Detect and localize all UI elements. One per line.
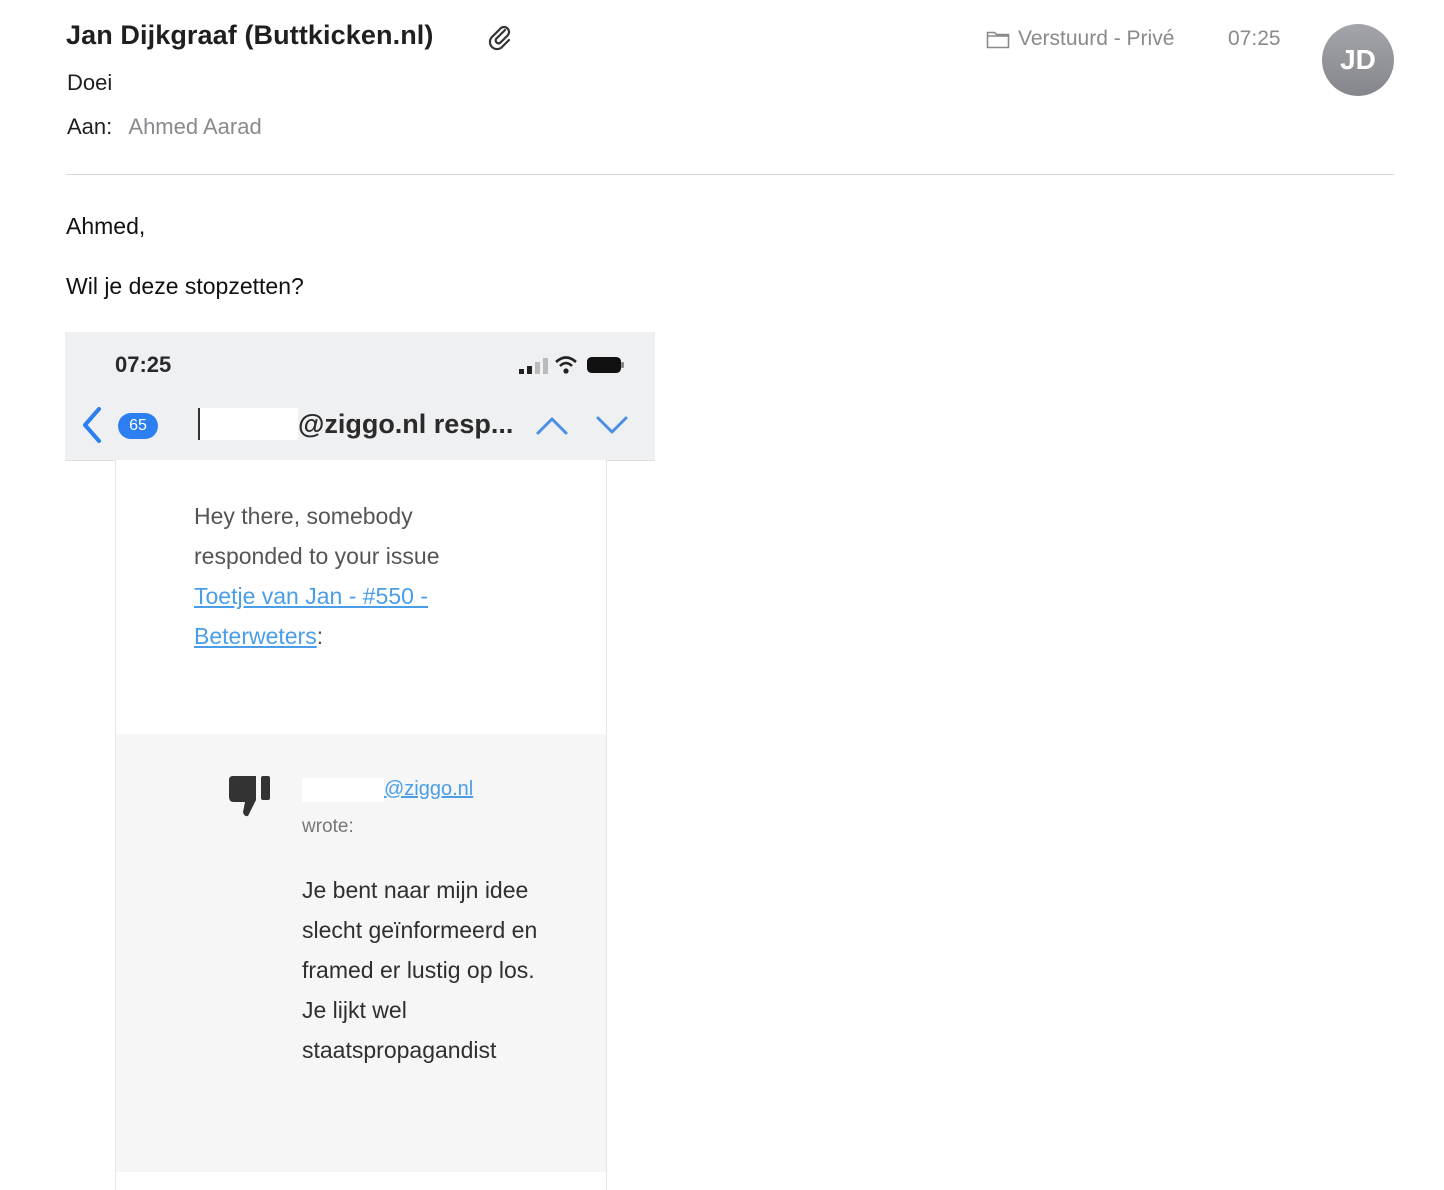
body-greeting: Ahmed, <box>66 213 146 239</box>
paperclip-icon[interactable] <box>486 22 514 52</box>
embedded-screenshot[interactable]: 07:25 65 @ziggo.nl resp... Hey there, so… <box>65 332 655 1190</box>
header-divider <box>66 174 1394 175</box>
body-text: Wil je deze stopzetten? <box>66 273 304 299</box>
phone-nav-subject: @ziggo.nl resp... <box>298 409 514 439</box>
status-bar-time: 07:25 <box>115 352 172 377</box>
battery-icon <box>587 357 624 373</box>
mail-message-view: Jan Dijkgraaf (Buttkicken.nl) Doei Aan: … <box>0 0 1444 1190</box>
chevron-up-icon[interactable] <box>535 414 569 436</box>
notification-text: Hey there, somebody responded to your is… <box>194 496 494 656</box>
quoted-comment: @ziggo.nl wrote: Je bent naar mijn idee … <box>116 734 606 1172</box>
back-chevron-icon[interactable] <box>79 406 105 444</box>
to-label: Aan: <box>67 114 113 139</box>
redacted-address <box>198 408 298 440</box>
phone-navbar: 07:25 65 @ziggo.nl resp... <box>65 332 655 461</box>
wrote-label: wrote: <box>302 816 354 837</box>
unread-count-badge: 65 <box>118 413 158 439</box>
notice-intro: Hey there, somebody responded to your is… <box>194 503 440 569</box>
notice-suffix: : <box>316 623 324 649</box>
wifi-icon <box>555 356 577 374</box>
issue-link[interactable]: Toetje van Jan - #550 - Beterweters <box>194 583 428 649</box>
thumbs-down-icon <box>229 776 270 817</box>
comment-text: Je bent naar mijn idee slecht geïnformee… <box>302 877 538 1063</box>
folder-name: Verstuurd - Privé <box>1018 27 1175 50</box>
recipient-row: Aan: Ahmed Aarad <box>67 114 262 140</box>
subject-line: Doei <box>67 70 113 95</box>
folder-icon <box>986 31 1010 49</box>
recipient-name[interactable]: Ahmed Aarad <box>128 114 261 139</box>
received-time: 07:25 <box>1228 27 1281 50</box>
redacted-author <box>302 778 384 802</box>
chevron-down-icon[interactable] <box>595 414 629 436</box>
phone-mail-card: Hey there, somebody responded to your is… <box>115 460 607 1190</box>
avatar[interactable]: JD <box>1322 24 1394 96</box>
mailbox-folder[interactable]: Verstuurd - Privé <box>986 27 1174 51</box>
signal-icon <box>519 358 548 374</box>
sender-name[interactable]: Jan Dijkgraaf (Buttkicken.nl) <box>66 20 433 51</box>
